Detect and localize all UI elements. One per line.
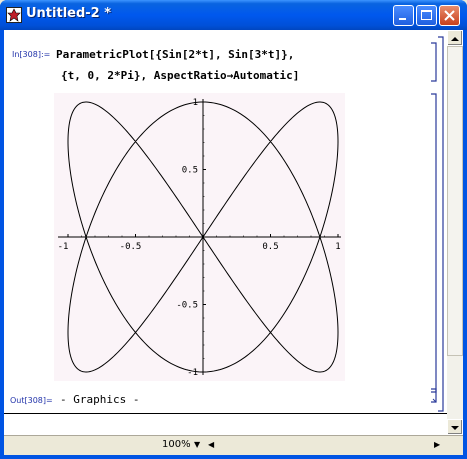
output-label: Out[308]=	[10, 396, 53, 405]
scroll-left-icon[interactable]: ◀	[208, 440, 214, 449]
mathematica-notebook-icon	[6, 7, 22, 23]
window-title: Untitled-2 *	[26, 6, 112, 21]
y-tick-label: -0.5	[176, 301, 198, 311]
zoom-dropdown-icon[interactable]: ▼	[194, 440, 200, 449]
vertical-scrollbar[interactable]	[447, 30, 463, 435]
scrollbar-thumb[interactable]	[447, 46, 463, 356]
parametric-plot[interactable]: -1 -0.5 0.5 1 1 0.5 -0.5 -1	[54, 93, 345, 381]
title-bar[interactable]: Untitled-2 *	[0, 0, 467, 30]
arrow-up-icon	[451, 37, 459, 41]
maximize-icon	[421, 10, 432, 20]
input-label: In[308]:=	[12, 50, 51, 59]
status-bar: 100% ▼ ◀ ▶	[4, 435, 463, 455]
input-code-line-2[interactable]: {t, 0, 2*Pi}, AspectRatio→Automatic]	[61, 69, 299, 82]
minimize-icon	[399, 18, 406, 20]
minimize-button[interactable]	[393, 5, 414, 26]
group-cell-bracket[interactable]	[435, 36, 447, 416]
arrow-down-icon	[451, 426, 459, 430]
input-code-line-1[interactable]: ParametricPlot[{Sin[2*t], Sin[3*t]},	[56, 48, 294, 61]
plot-svg: -1 -0.5 0.5 110.5-0.5-1	[58, 98, 341, 378]
scroll-right-icon[interactable]: ▶	[434, 440, 440, 449]
y-tick-label: -1	[187, 368, 198, 378]
cell-insertion-line	[4, 413, 447, 414]
notebook-content[interactable]: In[308]:= ParametricPlot[{Sin[2*t], Sin[…	[4, 30, 447, 435]
maximize-button[interactable]	[416, 5, 437, 26]
x-tick-label: 1	[335, 242, 340, 252]
output-text: - Graphics -	[60, 393, 140, 406]
x-tick-label: 0.5	[262, 242, 278, 252]
x-tick-label: -1	[58, 242, 69, 252]
y-tick-label: 0.5	[182, 166, 198, 176]
notebook-window: Untitled-2 * In[308]:= ParametricPlot[{S…	[0, 0, 467, 459]
scroll-down-button[interactable]	[447, 419, 463, 435]
scroll-up-button[interactable]	[447, 30, 463, 46]
notebook-client-area: In[308]:= ParametricPlot[{Sin[2*t], Sin[…	[4, 30, 463, 455]
close-icon	[444, 10, 455, 21]
close-button[interactable]	[439, 5, 460, 26]
x-tick-label: -0.5	[120, 242, 142, 252]
zoom-level[interactable]: 100%	[162, 439, 191, 450]
